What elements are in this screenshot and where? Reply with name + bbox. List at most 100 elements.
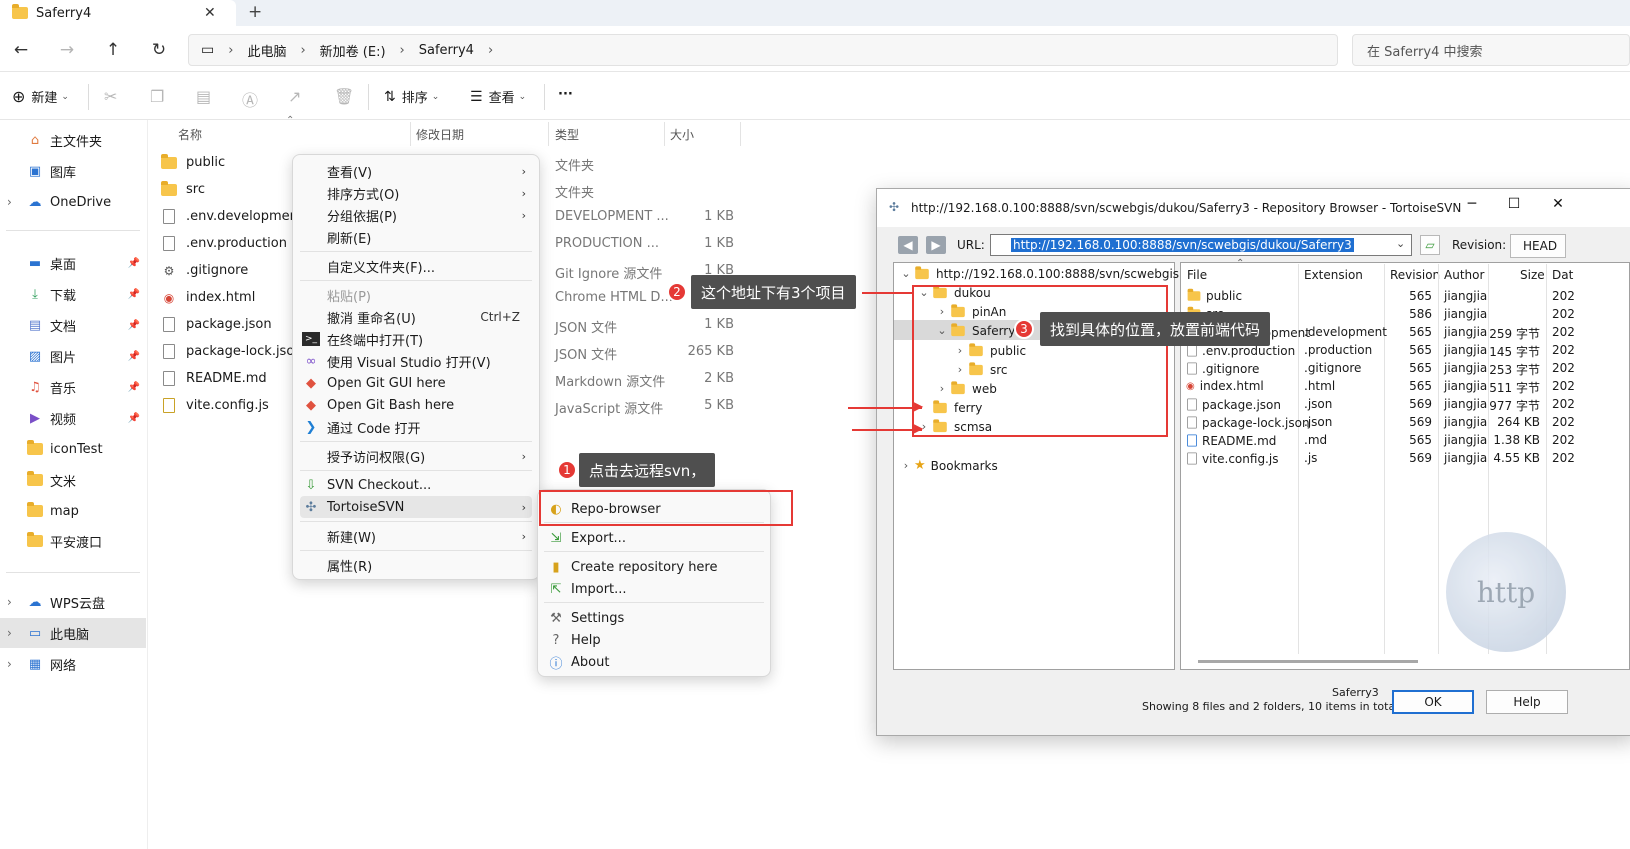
repo-row-file[interactable]: package.json — [1186, 397, 1281, 412]
repo-row-file[interactable]: README.md — [1186, 433, 1276, 448]
sidebar-item-icontest[interactable]: iconTest — [0, 434, 146, 464]
pin-icon[interactable]: 📌 — [128, 351, 140, 362]
cut-icon[interactable]: ✂ — [104, 87, 117, 106]
sidebar-item-pinganferry[interactable]: 平安渡口 — [0, 526, 146, 556]
column-header-size[interactable]: Size — [1520, 268, 1545, 282]
column-header-date[interactable]: 修改日期 — [416, 123, 464, 145]
new-button[interactable]: ⊕ 新建 ⌄ — [12, 87, 69, 106]
address-bar[interactable]: ▭ › 此电脑 › 新加卷 (E:) › Saferry4 › — [188, 34, 1338, 66]
file-row[interactable]: .env.development — [160, 209, 303, 224]
menu-item-tortoisesvn[interactable]: ✣ TortoiseSVN › — [300, 496, 532, 518]
menu-item-open-terminal[interactable]: >_ 在终端中打开(T) — [300, 328, 532, 350]
sidebar-item-music[interactable]: ♫ 音乐 📌 — [0, 372, 146, 402]
menu-item-open-visual-studio[interactable]: ∞ 使用 Visual Studio 打开(V) — [300, 350, 532, 372]
column-divider[interactable] — [410, 122, 411, 146]
tab-saferry4[interactable]: Saferry4 ✕ — [0, 0, 236, 26]
maximize-icon[interactable]: ☐ — [1504, 196, 1524, 212]
new-tab-button[interactable]: + — [248, 2, 262, 22]
tree-item-bookmarks[interactable]: › ★ Bookmarks — [898, 456, 998, 475]
url-input[interactable]: http://192.168.0.100:8888/svn/scwebgis/d… — [990, 234, 1412, 256]
sidebar-item-downloads[interactable]: ⤓ 下载 📌 — [0, 279, 146, 309]
menu-item-new[interactable]: 新建(W) › — [300, 525, 532, 547]
chevron-down-icon[interactable]: ⌄ — [898, 267, 914, 280]
sidebar-item-wenmi[interactable]: 文米 — [0, 465, 146, 495]
column-divider[interactable] — [1438, 264, 1439, 654]
sidebar-item-videos[interactable]: ▶ 视频 📌 — [0, 403, 146, 433]
view-button[interactable]: ☰ 查看 ⌄ — [470, 87, 526, 107]
close-icon[interactable]: ✕ — [1548, 196, 1568, 212]
file-row[interactable]: ◉ index.html — [160, 290, 256, 305]
repo-row-file[interactable]: public — [1186, 288, 1242, 303]
column-header-type[interactable]: 类型 — [555, 123, 579, 145]
column-divider[interactable] — [740, 122, 741, 146]
menu-item-git-gui[interactable]: ◆ Open Git GUI here — [300, 372, 532, 394]
menu-item-import[interactable]: ⇱ Import... — [544, 578, 764, 600]
breadcrumb-drive[interactable]: 新加卷 (E:) — [320, 41, 386, 60]
delete-icon[interactable]: 🗑 — [334, 87, 354, 106]
rename-icon[interactable]: Ⓐ — [242, 87, 258, 111]
column-divider[interactable] — [1384, 264, 1385, 654]
file-row[interactable]: vite.config.js — [160, 398, 269, 413]
menu-item-sort-by[interactable]: 排序方式(O) › — [300, 182, 532, 204]
repo-row-file[interactable]: ◉ index.html — [1186, 379, 1264, 393]
column-header-file[interactable]: File — [1187, 268, 1207, 282]
repo-row-file[interactable]: vite.config.js — [1186, 451, 1278, 466]
file-row[interactable]: README.md — [160, 371, 267, 386]
pin-icon[interactable]: 📌 — [128, 289, 140, 300]
breadcrumb-computer[interactable]: 此电脑 — [247, 41, 286, 60]
forward-arrow-icon[interactable]: → — [56, 40, 78, 60]
menu-item-refresh[interactable]: 刷新(E) — [300, 226, 532, 248]
paste-icon[interactable]: ▤ — [196, 87, 211, 106]
back-arrow-icon[interactable]: ← — [10, 40, 32, 60]
sidebar-item-desktop[interactable]: ▬ 桌面 📌 — [0, 248, 146, 278]
browse-folder-icon[interactable]: ▱ — [1420, 235, 1440, 255]
minimize-icon[interactable]: ─ — [1462, 196, 1482, 212]
pin-icon[interactable]: 📌 — [128, 320, 140, 331]
help-button[interactable]: Help — [1486, 690, 1568, 714]
column-divider[interactable] — [548, 122, 549, 146]
menu-item-git-bash[interactable]: ◆ Open Git Bash here — [300, 394, 532, 416]
file-row[interactable]: src — [160, 180, 205, 197]
column-header-size[interactable]: 大小 — [670, 123, 694, 145]
file-row[interactable]: public — [160, 153, 225, 170]
pin-icon[interactable]: 📌 — [128, 413, 140, 424]
menu-item-about[interactable]: ⓘ About — [544, 651, 764, 673]
menu-item-view[interactable]: 查看(V) › — [300, 160, 532, 182]
column-divider[interactable] — [664, 122, 665, 146]
tree-item-root[interactable]: ⌄ http://192.168.0.100:8888/svn/scwebgis — [898, 264, 1179, 283]
pin-icon[interactable]: 📌 — [128, 382, 140, 393]
menu-item-undo-rename[interactable]: 撤消 重命名(U) Ctrl+Z — [300, 306, 532, 328]
menu-item-group-by[interactable]: 分组依据(P) › — [300, 204, 532, 226]
breadcrumb-folder[interactable]: Saferry4 — [419, 43, 474, 58]
repo-row-file[interactable]: package-lock.json — [1186, 415, 1310, 430]
sidebar-item-this-pc[interactable]: › ▭ 此电脑 — [0, 618, 146, 648]
menu-item-help[interactable]: ? Help — [544, 629, 764, 651]
menu-item-paste[interactable]: 粘贴(P) — [300, 284, 532, 306]
sidebar-item-wps-cloud[interactable]: › ☁ WPS云盘 — [0, 587, 146, 617]
file-row[interactable]: ⚙ .gitignore — [160, 263, 249, 278]
menu-item-svn-checkout[interactable]: ⇩ SVN Checkout... — [300, 474, 532, 496]
repo-row-file[interactable]: .gitignore — [1186, 361, 1259, 376]
close-icon[interactable]: ✕ — [204, 5, 216, 21]
ok-button[interactable]: OK — [1392, 690, 1474, 714]
chevron-right-icon[interactable]: › — [7, 195, 12, 209]
sidebar-item-gallery[interactable]: ▣ 图库 — [0, 156, 146, 186]
column-header-extension[interactable]: Extension — [1304, 268, 1363, 282]
column-header-name[interactable]: 名称 — [178, 123, 202, 145]
sort-button[interactable]: ⇅ 排序 ⌄ — [384, 87, 439, 107]
sidebar-item-map[interactable]: map — [0, 496, 146, 526]
menu-item-grant-access[interactable]: 授予访问权限(G) › — [300, 445, 532, 467]
search-input[interactable]: 在 Saferry4 中搜索 — [1352, 34, 1630, 66]
chevron-right-icon[interactable]: › — [7, 626, 12, 640]
menu-item-properties[interactable]: 属性(R) — [300, 554, 532, 576]
menu-item-create-repository[interactable]: ▮ Create repository here — [544, 556, 764, 578]
file-row[interactable]: package-lock.json — [160, 344, 303, 359]
chevron-right-icon[interactable]: › — [7, 657, 12, 671]
revision-button[interactable]: HEAD — [1510, 234, 1566, 258]
column-header-revision[interactable]: Revision — [1390, 268, 1440, 282]
horizontal-scrollbar[interactable] — [1198, 660, 1418, 663]
column-divider[interactable] — [1298, 264, 1299, 654]
pin-icon[interactable]: 📌 — [128, 258, 140, 269]
refresh-icon[interactable]: ↻ — [148, 40, 170, 60]
back-arrow-icon[interactable]: ◀ — [898, 236, 918, 254]
